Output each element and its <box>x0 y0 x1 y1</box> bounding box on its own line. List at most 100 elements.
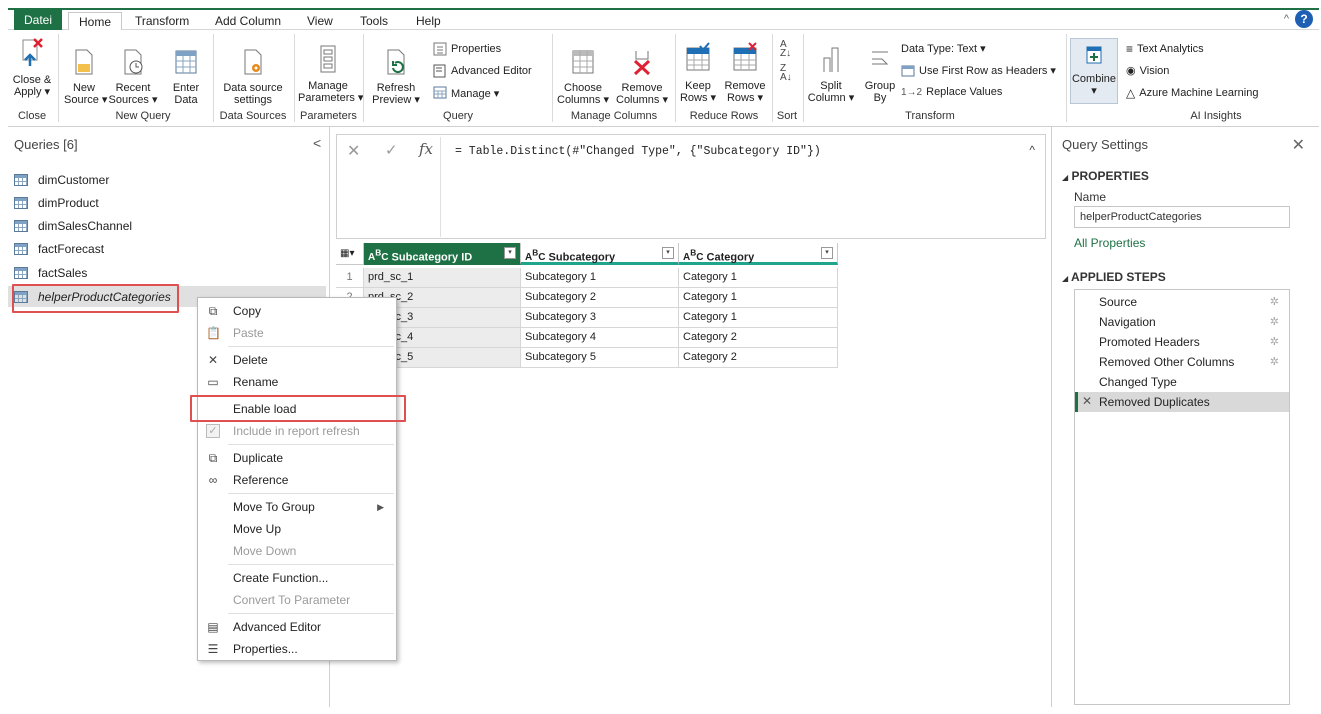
all-properties-link[interactable]: All Properties <box>1074 236 1145 250</box>
menu-item-rename[interactable]: ▭ Rename <box>198 371 396 393</box>
data-source-settings-button[interactable]: Data source settings <box>218 48 288 106</box>
split-column-button[interactable]: Split Column ▾ <box>806 44 856 104</box>
replace-values-button[interactable]: 1→2 Replace Values <box>901 86 1002 98</box>
table-cell[interactable]: Category 1 <box>679 288 838 308</box>
tab-tools[interactable]: Tools <box>350 12 398 32</box>
gear-icon[interactable]: ✲ <box>1270 315 1279 328</box>
tab-add-column[interactable]: Add Column <box>205 12 291 32</box>
refresh-preview-button[interactable]: Refresh Preview ▾ <box>368 48 424 106</box>
menu-item-convert-to-parameter[interactable]: Convert To Parameter <box>198 589 396 611</box>
enter-data-button[interactable]: Enter Data <box>166 48 206 106</box>
column-header-subcategory[interactable]: ABC Subcategory ▾ <box>521 243 679 265</box>
table-cell[interactable]: Category 1 <box>679 308 838 328</box>
menu-item-copy[interactable]: ⧉ Copy <box>198 300 396 322</box>
table-cell[interactable]: Subcategory 1 <box>521 268 679 288</box>
row-number: 1 <box>336 268 364 288</box>
ribbon-divider <box>675 34 676 122</box>
use-first-row-headers-button[interactable]: Use First Row as Headers ▾ <box>901 64 1056 77</box>
table-cell[interactable]: Category 2 <box>679 328 838 348</box>
gear-icon[interactable]: ✲ <box>1270 335 1279 348</box>
column-header-subcategory-id[interactable]: ABC Subcategory ID ▾ <box>364 243 521 265</box>
delete-step-icon[interactable]: ✕ <box>1082 394 1092 408</box>
recent-sources-button[interactable]: Recent Sources ▾ <box>108 48 158 106</box>
sort-ascending-icon[interactable]: A Z↓ <box>780 40 791 59</box>
choose-columns-button[interactable]: Choose Columns ▾ <box>556 48 610 106</box>
tab-help[interactable]: Help <box>406 12 451 32</box>
ribbon: Close & Apply ▾ Close New Source ▾ Recen… <box>8 30 1319 127</box>
menu-item-move-up[interactable]: Move Up <box>198 518 396 540</box>
remove-rows-button[interactable]: Remove Rows ▾ <box>722 42 768 104</box>
column-filter-icon[interactable]: ▾ <box>821 247 833 259</box>
remove-columns-button[interactable]: Remove Columns ▾ <box>614 48 670 106</box>
collapse-formula-icon[interactable]: ^ <box>1029 143 1035 157</box>
close-apply-button[interactable]: Close & Apply ▾ <box>12 38 52 98</box>
table-cell[interactable]: Subcategory 2 <box>521 288 679 308</box>
menu-item-move-to-group[interactable]: Move To Group ▶ <box>198 496 396 518</box>
gear-icon[interactable]: ✲ <box>1270 295 1279 308</box>
menu-item-create-function[interactable]: Create Function... <box>198 567 396 589</box>
gear-icon[interactable]: ✲ <box>1270 355 1279 368</box>
help-icon[interactable]: ? <box>1295 10 1313 28</box>
table-menu-icon[interactable]: ▦▾ <box>336 243 364 265</box>
data-type-dropdown[interactable]: Data Type: Text ▾ <box>901 42 986 55</box>
query-item-dimsaleschannel[interactable]: dimSalesChannel <box>14 216 132 236</box>
menu-item-reference[interactable]: ∞ Reference <box>198 469 396 491</box>
table-cell[interactable]: prd_sc_1 <box>364 268 521 288</box>
menu-item-delete[interactable]: ✕ Delete <box>198 349 396 371</box>
menu-item-include-refresh[interactable]: ✓ Include in report refresh <box>198 420 396 442</box>
formula-text[interactable]: = Table.Distinct(#"Changed Type", {"Subc… <box>455 145 821 158</box>
tab-view[interactable]: View <box>297 12 343 32</box>
manage-parameters-button[interactable]: Manage Parameters ▾ <box>298 44 363 104</box>
close-settings-icon[interactable]: ✕ <box>1292 135 1305 155</box>
table-cell[interactable]: Category 2 <box>679 348 838 368</box>
tab-transform[interactable]: Transform <box>125 12 199 32</box>
new-source-button[interactable]: New Source ▾ <box>64 48 107 106</box>
group-by-button[interactable]: Group By <box>860 44 900 104</box>
menu-item-move-down[interactable]: Move Down <box>198 540 396 562</box>
step-item[interactable]: Changed Type <box>1099 372 1177 392</box>
query-item-factsales[interactable]: factSales <box>14 263 87 283</box>
collapse-queries-icon[interactable]: < <box>313 135 321 151</box>
vision-label: Vision <box>1139 64 1170 77</box>
query-item-dimproduct[interactable]: dimProduct <box>14 193 99 213</box>
advanced-editor-button[interactable]: Advanced Editor <box>433 64 532 78</box>
query-name-input[interactable]: helperProductCategories <box>1074 206 1290 228</box>
step-item-selected[interactable]: Removed Duplicates <box>1099 392 1210 412</box>
menu-item-label: Move Up <box>233 522 282 536</box>
manage-label: Manage ▾ <box>451 87 500 100</box>
menu-item-label: Move To Group <box>233 500 315 514</box>
menu-item-advanced-editor[interactable]: ▤ Advanced Editor <box>198 616 396 638</box>
menu-item-paste[interactable]: 📋 Paste <box>198 322 396 344</box>
applied-steps-header[interactable]: ◢ APPLIED STEPS <box>1062 270 1166 284</box>
collapse-ribbon-icon[interactable]: ^ <box>1284 13 1289 25</box>
column-filter-icon[interactable]: ▾ <box>662 247 674 259</box>
table-cell[interactable]: Subcategory 3 <box>521 308 679 328</box>
properties-button[interactable]: Properties <box>433 42 501 56</box>
column-filter-icon[interactable]: ▾ <box>504 247 516 259</box>
manage-button[interactable]: Manage ▾ <box>433 86 499 100</box>
tab-file[interactable]: Datei <box>14 10 63 31</box>
keep-rows-button[interactable]: Keep Rows ▾ <box>678 42 718 104</box>
text-analytics-button[interactable]: ≡ Text Analytics <box>1126 42 1204 56</box>
column-header-category[interactable]: ABC Category ▾ <box>679 243 838 265</box>
tab-home[interactable]: Home <box>68 12 123 32</box>
vision-button[interactable]: ◉ Vision <box>1126 64 1170 78</box>
menu-item-duplicate[interactable]: ⧉ Duplicate <box>198 447 396 469</box>
step-item[interactable]: Navigation <box>1099 312 1156 332</box>
commit-formula-icon[interactable]: ✓ <box>385 141 398 159</box>
azure-ml-button[interactable]: △ Azure Machine Learning <box>1126 86 1258 100</box>
properties-section-header[interactable]: ◢ PROPERTIES <box>1062 169 1149 183</box>
table-cell[interactable]: Subcategory 4 <box>521 328 679 348</box>
sort-descending-icon[interactable]: Z A↓ <box>780 64 792 83</box>
step-item[interactable]: Source <box>1099 292 1137 312</box>
combine-button[interactable]: Combine ▾ <box>1070 38 1118 104</box>
table-cell[interactable]: Category 1 <box>679 268 838 288</box>
table-cell[interactable]: Subcategory 5 <box>521 348 679 368</box>
query-item-factforecast[interactable]: factForecast <box>14 239 104 259</box>
query-item-dimcustomer[interactable]: dimCustomer <box>14 170 109 190</box>
step-item[interactable]: Promoted Headers <box>1099 332 1200 352</box>
menu-item-properties[interactable]: ☰ Properties... <box>198 638 396 660</box>
cancel-formula-icon[interactable]: ✕ <box>347 141 360 161</box>
paste-icon: 📋 <box>206 326 221 340</box>
step-item[interactable]: Removed Other Columns <box>1099 352 1234 372</box>
